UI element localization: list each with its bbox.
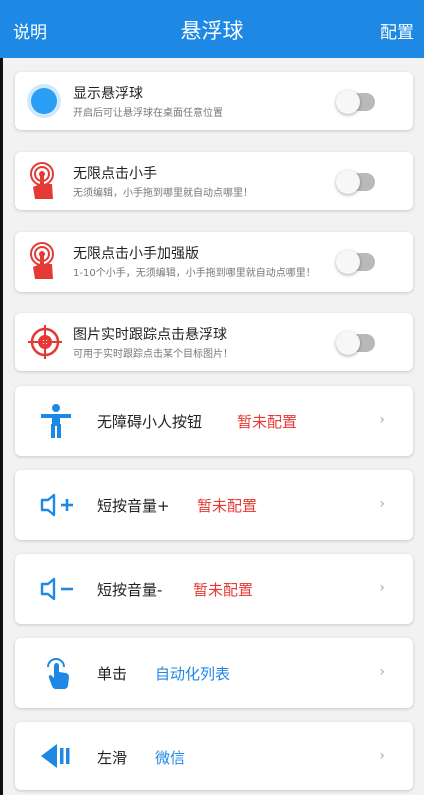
- row-swipe-left[interactable]: 左滑 微信 ›: [15, 722, 413, 790]
- switch-knob: [336, 331, 360, 355]
- tap-finger-icon: [44, 656, 72, 694]
- row-status: 暂未配置: [197, 497, 258, 515]
- toggle-subtitle: 1-10个小手，无须编辑，小手拖到哪里就自动点哪里！: [73, 268, 316, 279]
- row-label: 左滑: [97, 749, 128, 767]
- toggle-card-image-tracking[interactable]: 图片实时跟踪点击悬浮球 可用于实时跟踪点击某个目标图片！: [15, 313, 413, 371]
- row-status: 暂未配置: [193, 581, 254, 599]
- chevron-right-icon: ›: [379, 664, 385, 680]
- row-label: 短按音量-: [97, 581, 163, 599]
- image-tracking-switch[interactable]: [336, 331, 375, 355]
- switch-knob: [336, 170, 360, 194]
- screen: 说明 悬浮球 配置 显示悬浮球 开启后可让悬浮球在桌面任意位置 无限点击小手 无…: [0, 0, 424, 795]
- row-volume-down[interactable]: 短按音量- 暂未配置 ›: [15, 554, 413, 624]
- toggle-subtitle: 开启后可让悬浮球在桌面任意位置: [73, 108, 223, 119]
- row-label: 短按音量+: [97, 497, 170, 515]
- row-status: 自动化列表: [155, 665, 231, 683]
- toggle-card-infinite-hand-plus[interactable]: 无限点击小手加强版 1-10个小手，无须编辑，小手拖到哪里就自动点哪里！: [15, 232, 413, 292]
- toggle-card-floating-ball[interactable]: 显示悬浮球 开启后可让悬浮球在桌面任意位置: [15, 72, 413, 130]
- toggle-subtitle: 无须编辑，小手拖到哪里就自动点哪里！: [73, 188, 253, 199]
- page-title: 悬浮球: [180, 19, 244, 43]
- row-single-tap[interactable]: 单击 自动化列表 ›: [15, 638, 413, 708]
- chevron-right-icon: ›: [379, 748, 385, 764]
- toggle-card-infinite-hand[interactable]: 无限点击小手 无须编辑，小手拖到哪里就自动点哪里！: [15, 152, 413, 210]
- row-status: 暂未配置: [237, 413, 298, 431]
- row-volume-up[interactable]: 短按音量+ 暂未配置 ›: [15, 470, 413, 540]
- accessibility-person-icon: [40, 404, 72, 442]
- swipe-left-icon: [39, 742, 75, 774]
- toggle-title: 无限点击小手: [73, 166, 157, 182]
- red-hand-icon: [28, 242, 58, 284]
- volume-up-icon: [40, 493, 76, 521]
- config-button[interactable]: 配置: [380, 18, 414, 43]
- chevron-right-icon: ›: [379, 580, 385, 596]
- row-status: 微信: [155, 749, 186, 767]
- row-label: 无障碍小人按钮: [97, 413, 203, 431]
- app-header: 说明 悬浮球 配置: [0, 0, 424, 58]
- infinite-hand-plus-switch[interactable]: [336, 250, 375, 274]
- switch-knob: [336, 250, 360, 274]
- row-accessibility-button[interactable]: 无障碍小人按钮 暂未配置 ›: [15, 386, 413, 456]
- chevron-right-icon: ›: [379, 496, 385, 512]
- row-label: 单击: [97, 665, 128, 683]
- chevron-right-icon: ›: [379, 412, 385, 428]
- volume-down-icon: [40, 577, 76, 605]
- blue-ball-icon: [26, 83, 62, 123]
- switch-knob: [336, 90, 360, 114]
- left-edge: [0, 58, 3, 795]
- target-icon: [27, 324, 63, 364]
- toggle-title: 无限点击小手加强版: [73, 246, 199, 262]
- infinite-hand-switch[interactable]: [336, 170, 375, 194]
- toggle-subtitle: 可用于实时跟踪点击某个目标图片！: [73, 349, 233, 360]
- floating-ball-switch[interactable]: [336, 90, 375, 114]
- red-hand-icon: [28, 162, 58, 204]
- toggle-title: 图片实时跟踪点击悬浮球: [73, 327, 227, 343]
- toggle-title: 显示悬浮球: [73, 86, 143, 102]
